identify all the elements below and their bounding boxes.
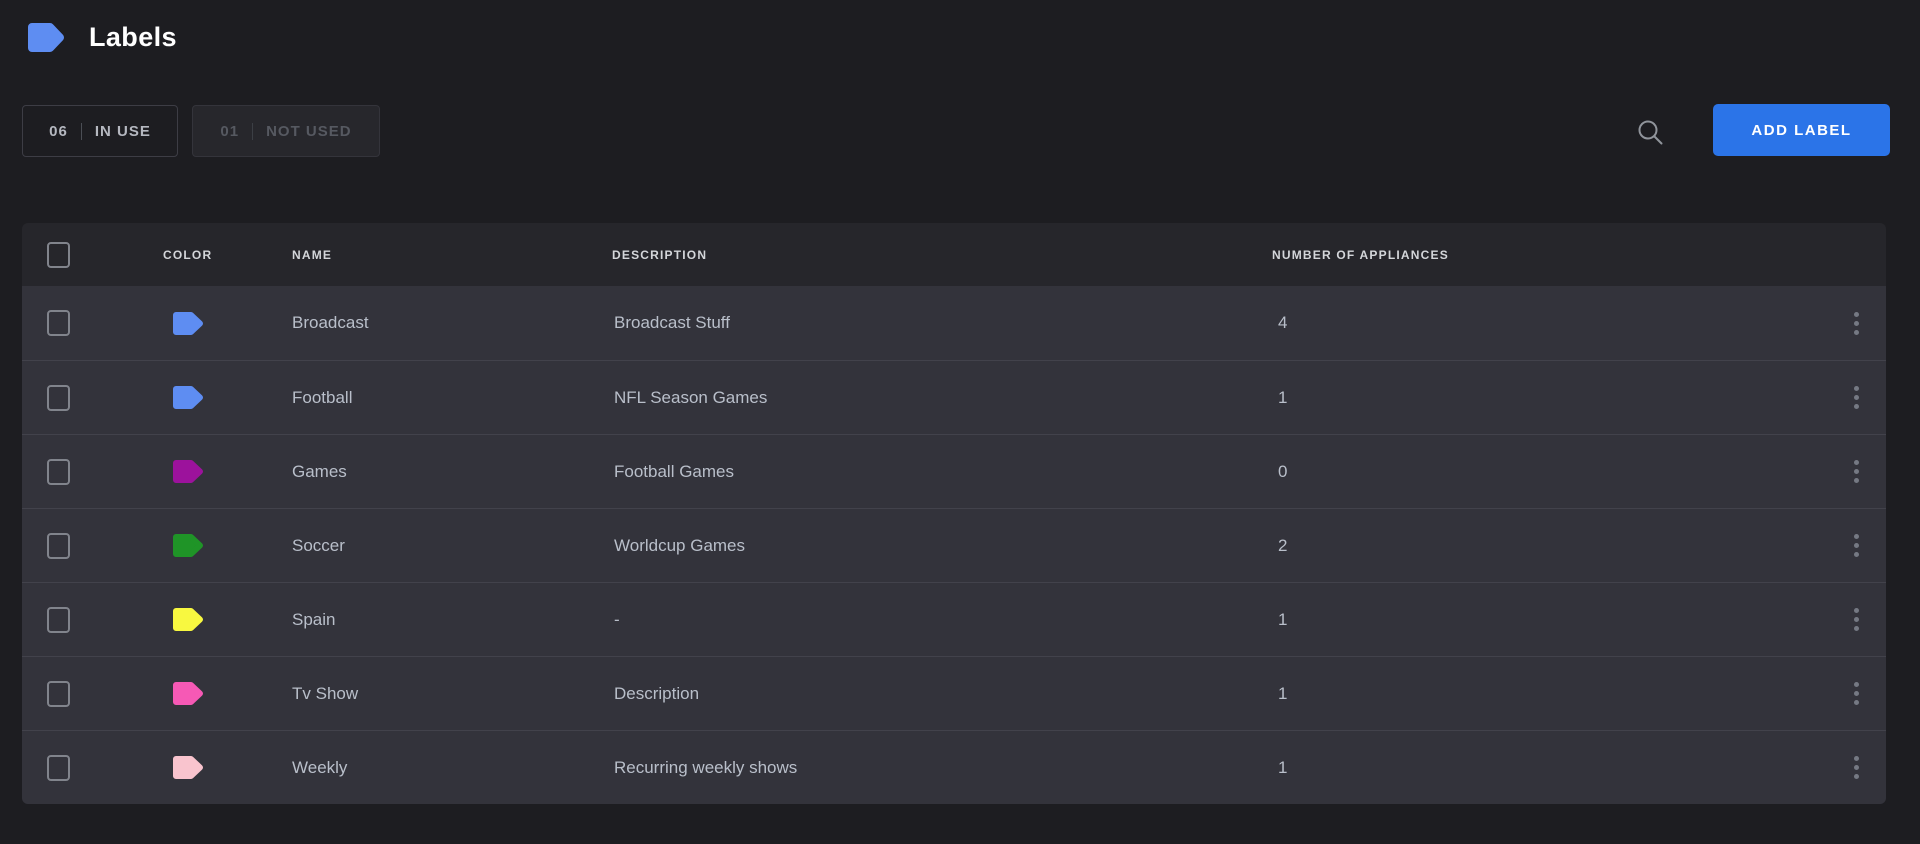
row-checkbox[interactable] [47,755,70,781]
kebab-menu-icon [1854,534,1859,539]
kebab-menu-icon [1854,608,1859,613]
table-row[interactable]: Football NFL Season Games 1 [22,360,1886,434]
filter-divider [252,123,253,140]
label-appliance-count: 1 [1272,758,1826,778]
row-menu-button[interactable] [1826,534,1886,557]
label-description: Football Games [612,462,1272,482]
row-menu-button[interactable] [1826,608,1886,631]
table-row[interactable]: Spain - 1 [22,582,1886,656]
filter-not-used-label: NOT USED [266,123,352,140]
label-color-chip-icon [172,460,203,483]
label-name: Weekly [292,758,612,778]
label-appliance-count: 1 [1272,388,1826,408]
kebab-menu-icon [1854,756,1859,761]
kebab-menu-icon [1854,460,1859,465]
label-color-chip-icon [172,312,203,335]
filter-not-used-count: 01 [220,123,239,140]
filter-in-use-count: 06 [49,123,68,140]
label-description: Broadcast Stuff [612,313,1272,333]
label-description: - [612,610,1272,630]
row-checkbox[interactable] [47,310,70,336]
select-all-checkbox[interactable] [47,242,70,268]
label-appliance-count: 0 [1272,462,1826,482]
search-icon [1636,118,1666,148]
filter-in-use-label: IN USE [95,123,151,140]
kebab-menu-icon [1854,386,1859,391]
kebab-menu-icon [1854,312,1859,317]
row-menu-button[interactable] [1826,312,1886,335]
label-name: Football [292,388,612,408]
label-name: Broadcast [292,313,612,333]
label-appliance-count: 1 [1272,610,1826,630]
page-title: Labels [89,22,177,53]
row-checkbox[interactable] [47,533,70,559]
label-appliance-count: 4 [1272,313,1826,333]
row-checkbox[interactable] [47,607,70,633]
label-description: Description [612,684,1272,704]
column-header-appliances: NUMBER OF APPLIANCES [1272,248,1826,262]
label-appliance-count: 2 [1272,536,1826,556]
labels-table: COLOR NAME DESCRIPTION NUMBER OF APPLIAN… [22,223,1886,804]
column-header-name: NAME [292,248,612,262]
filter-not-used[interactable]: 01 NOT USED [192,105,380,157]
label-name: Spain [292,610,612,630]
label-color-chip-icon [172,534,203,557]
label-description: Worldcup Games [612,536,1272,556]
label-appliance-count: 1 [1272,684,1826,704]
row-checkbox[interactable] [47,385,70,411]
label-color-chip-icon [172,386,203,409]
label-description: NFL Season Games [612,388,1272,408]
table-row[interactable]: Tv Show Description 1 [22,656,1886,730]
column-header-description: DESCRIPTION [612,248,1272,262]
table-body: Broadcast Broadcast Stuff 4 Football NFL… [22,286,1886,804]
kebab-menu-icon [1854,682,1859,687]
label-name: Tv Show [292,684,612,704]
filter-in-use[interactable]: 06 IN USE [22,105,178,157]
filter-divider [81,123,82,140]
row-menu-button[interactable] [1826,386,1886,409]
label-tag-icon [27,23,64,52]
column-header-color: COLOR [163,248,292,262]
label-color-chip-icon [172,756,203,779]
row-checkbox[interactable] [47,681,70,707]
label-color-chip-icon [172,682,203,705]
page-header: Labels [27,22,177,53]
search-button[interactable] [1636,118,1666,148]
label-color-chip-icon [172,608,203,631]
row-menu-button[interactable] [1826,756,1886,779]
table-row[interactable]: Weekly Recurring weekly shows 1 [22,730,1886,804]
table-row[interactable]: Games Football Games 0 [22,434,1886,508]
table-header-row: COLOR NAME DESCRIPTION NUMBER OF APPLIAN… [22,223,1886,286]
row-checkbox[interactable] [47,459,70,485]
row-menu-button[interactable] [1826,460,1886,483]
table-row[interactable]: Soccer Worldcup Games 2 [22,508,1886,582]
label-description: Recurring weekly shows [612,758,1272,778]
label-name: Soccer [292,536,612,556]
label-name: Games [292,462,612,482]
row-menu-button[interactable] [1826,682,1886,705]
add-label-button[interactable]: ADD LABEL [1713,104,1890,156]
table-row[interactable]: Broadcast Broadcast Stuff 4 [22,286,1886,360]
